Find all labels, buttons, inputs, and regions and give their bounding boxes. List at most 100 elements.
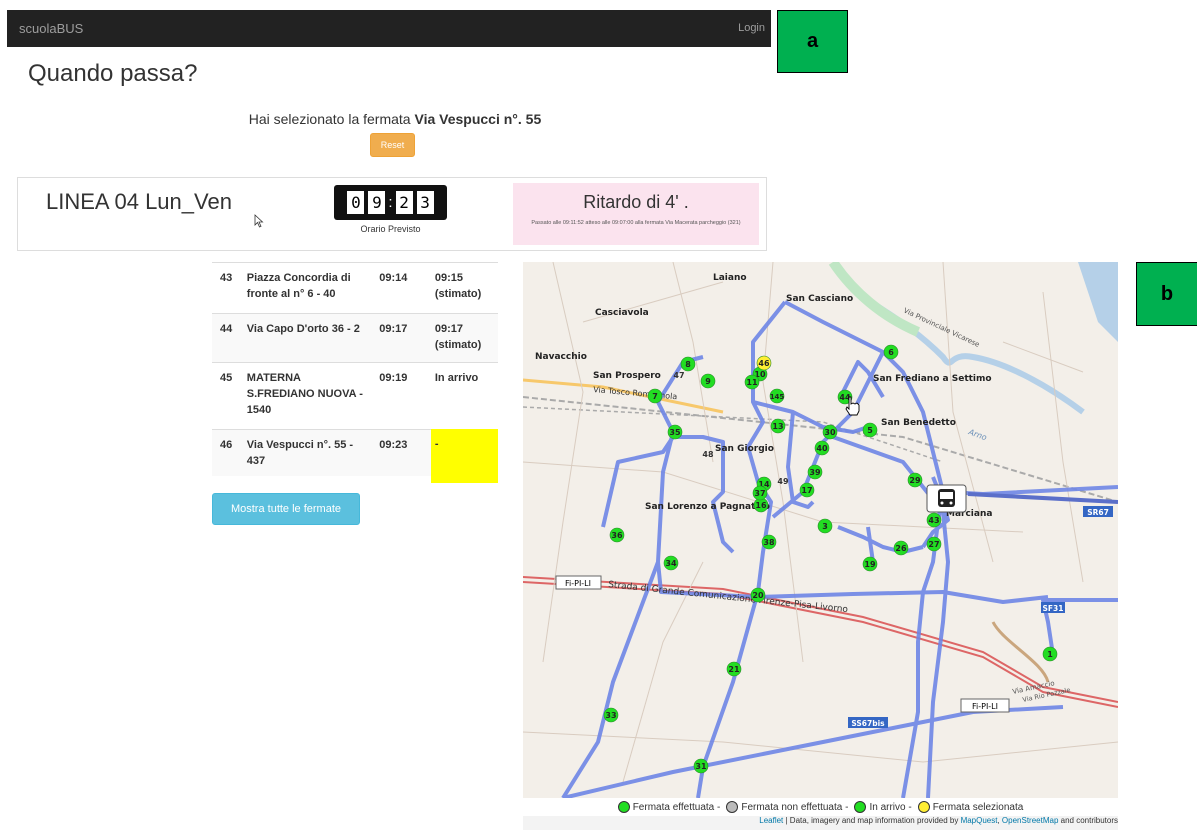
attribution-tail: and contributors [1058, 816, 1118, 825]
reset-button[interactable]: Reset [370, 133, 415, 157]
clock-digit: 3 [416, 191, 434, 214]
bus-stop-marker[interactable]: 48 [702, 450, 714, 459]
selected-prefix: Hai selezionato la fermata [248, 111, 415, 127]
bus-stop-marker[interactable]: 17 [799, 482, 815, 498]
bus-stop-number: 3 [822, 522, 828, 531]
line-status-panel: LINEA 04 Lun_Ven 0 9 : 2 3 Orario Previs… [17, 177, 767, 251]
bus-stop-marker[interactable]: 1 [1042, 646, 1058, 662]
map-label: San Prospero [593, 371, 661, 381]
bus-stop-number: 35 [669, 428, 681, 437]
bus-stop-marker[interactable]: 29 [907, 472, 923, 488]
table-row[interactable]: 45 MATERNA S.FREDIANO NUOVA - 1540 09:19… [212, 362, 498, 429]
stop-state: In arrivo [434, 372, 479, 384]
bus-stop-number: 1 [1047, 650, 1053, 659]
stop-time: 09:17 [379, 323, 408, 335]
map-label: Navacchio [535, 352, 587, 362]
bus-stop-number: 33 [605, 711, 616, 720]
table-row[interactable]: 44 Via Capo D'orto 36 - 2 09:17 09:17 (s… [212, 313, 498, 362]
bus-stop-marker[interactable]: 34 [663, 555, 679, 571]
map-label: Fi-PI-LI [972, 702, 998, 711]
bus-stop-marker[interactable]: 9 [700, 373, 716, 389]
stop-number: 44 [220, 323, 233, 335]
bus-stop-marker[interactable]: 31 [693, 758, 709, 774]
bus-stop-marker[interactable]: 27 [926, 536, 942, 552]
bus-stop-marker[interactable]: 37 [752, 485, 768, 501]
map-label: San Casciano [786, 294, 853, 304]
bus-stop-number: 31 [695, 762, 707, 771]
bus-stop-marker[interactable]: 5 [862, 422, 878, 438]
scheduled-time-clock: 0 9 : 2 3 [334, 185, 447, 220]
bus-stop-number: 47 [673, 371, 684, 380]
stop-time: 09:14 [379, 272, 408, 284]
bus-stop-marker[interactable]: 3 [817, 518, 833, 534]
bus-stop-marker[interactable]: 38 [761, 534, 777, 550]
bus-stop-marker[interactable]: 33 [603, 707, 619, 723]
bus-stop-marker[interactable]: 11 [744, 374, 760, 390]
stop-name: Via Capo D'orto 36 - 2 [246, 323, 360, 335]
legend-dot-arriving [854, 801, 867, 813]
login-link[interactable]: Login [738, 22, 765, 34]
bus-stop-marker[interactable]: 6 [883, 344, 899, 360]
bus-stop-marker[interactable]: 8 [680, 356, 696, 372]
bus-stop-marker[interactable]: 145 [770, 388, 785, 404]
map-legend: Fermata effettuata - Fermata non effettu… [523, 798, 1118, 816]
bus-stop-number: 37 [754, 489, 765, 498]
bus-stop-number: 26 [895, 544, 907, 553]
legend-missed: Fermata non effettuata - [741, 801, 849, 813]
line-name: LINEA 04 Lun_Ven [46, 189, 232, 214]
bus-stop-marker[interactable]: 30 [822, 424, 838, 440]
map-label: Casciavola [595, 308, 649, 318]
bus-stop-marker[interactable]: 13 [770, 418, 786, 434]
stop-name: Piazza Concordia di fronte al n° 6 - 40 [246, 272, 351, 300]
bus-stop-marker[interactable]: 39 [807, 464, 823, 480]
panel-label-b: b [1136, 262, 1197, 326]
brand[interactable]: scuolaBUS [19, 21, 83, 36]
bus-stop-marker[interactable]: 46 [756, 355, 772, 371]
bus-stop-marker[interactable]: 26 [893, 540, 909, 556]
bus-stop-marker[interactable]: 40 [814, 440, 830, 456]
osm-link[interactable]: OpenStreetMap [1002, 816, 1058, 825]
map-attribution: Leaflet | Data, imagery and map informat… [523, 816, 1118, 830]
bus-stop-number: 48 [702, 450, 714, 459]
map-label: San Frediano a Settimo [873, 374, 992, 384]
bus-stop-number: 11 [746, 378, 758, 387]
legend-selected: Fermata selezionata [932, 801, 1024, 813]
bus-stop-number: 27 [928, 540, 939, 549]
bus-stop-marker[interactable]: 36 [609, 527, 625, 543]
map-canvas[interactable]: Fi-PI-LI Fi-PI-LI SS67bis SF31 SR67 Laia… [523, 262, 1118, 798]
bus-stop-marker[interactable]: 7 [647, 388, 663, 404]
bus-stop-number: 29 [909, 476, 921, 485]
bus-stop-marker[interactable]: 43 [926, 512, 942, 528]
bus-stop-marker[interactable]: 49 [777, 477, 789, 486]
clock-caption: Orario Previsto [360, 224, 421, 234]
legend-arriving: In arrivo - [869, 801, 912, 813]
bus-stop-marker[interactable]: 19 [862, 556, 878, 572]
stop-time: 09:19 [379, 372, 408, 384]
bus-stop-marker[interactable]: 20 [750, 587, 766, 603]
bus-stop-marker[interactable]: 47 [673, 371, 684, 380]
top-navbar: scuolaBUS Login [7, 10, 771, 47]
panel-label-a: a [777, 10, 848, 73]
stop-time: 09:23 [379, 439, 408, 451]
table-row[interactable]: 46 Via Vespucci n°. 55 - 437 09:23 - [212, 429, 498, 483]
road-shield: SS67bis [848, 717, 888, 728]
stop-number: 45 [220, 372, 233, 384]
page-title: Quando passa? [28, 60, 198, 87]
bus-stop-marker[interactable]: 35 [667, 424, 683, 440]
bus-stop-number: 9 [705, 377, 711, 386]
bus-stop-number: 5 [867, 426, 873, 435]
legend-done: Fermata effettuata - [632, 801, 721, 813]
leaflet-link[interactable]: Leaflet [759, 816, 783, 825]
route-map[interactable]: Fi-PI-LI Fi-PI-LI SS67bis SF31 SR67 Laia… [523, 262, 1118, 798]
bus-stop-number: 16 [755, 501, 767, 510]
show-all-stops-button[interactable]: Mostra tutte le fermate [212, 493, 360, 525]
road-shield: Fi-PI-LI [555, 575, 602, 590]
bus-icon[interactable] [926, 484, 967, 513]
bus-stop-number: 17 [801, 486, 812, 495]
mapquest-link[interactable]: MapQuest [961, 816, 998, 825]
bus-stop-number: 8 [685, 360, 691, 369]
table-row[interactable]: 43 Piazza Concordia di fronte al n° 6 - … [212, 262, 498, 313]
delay-box: Ritardo di 4' . Passato alle 09:11:52 at… [513, 183, 759, 245]
stops-table: 43 Piazza Concordia di fronte al n° 6 - … [212, 262, 498, 483]
bus-stop-marker[interactable]: 21 [726, 661, 742, 677]
